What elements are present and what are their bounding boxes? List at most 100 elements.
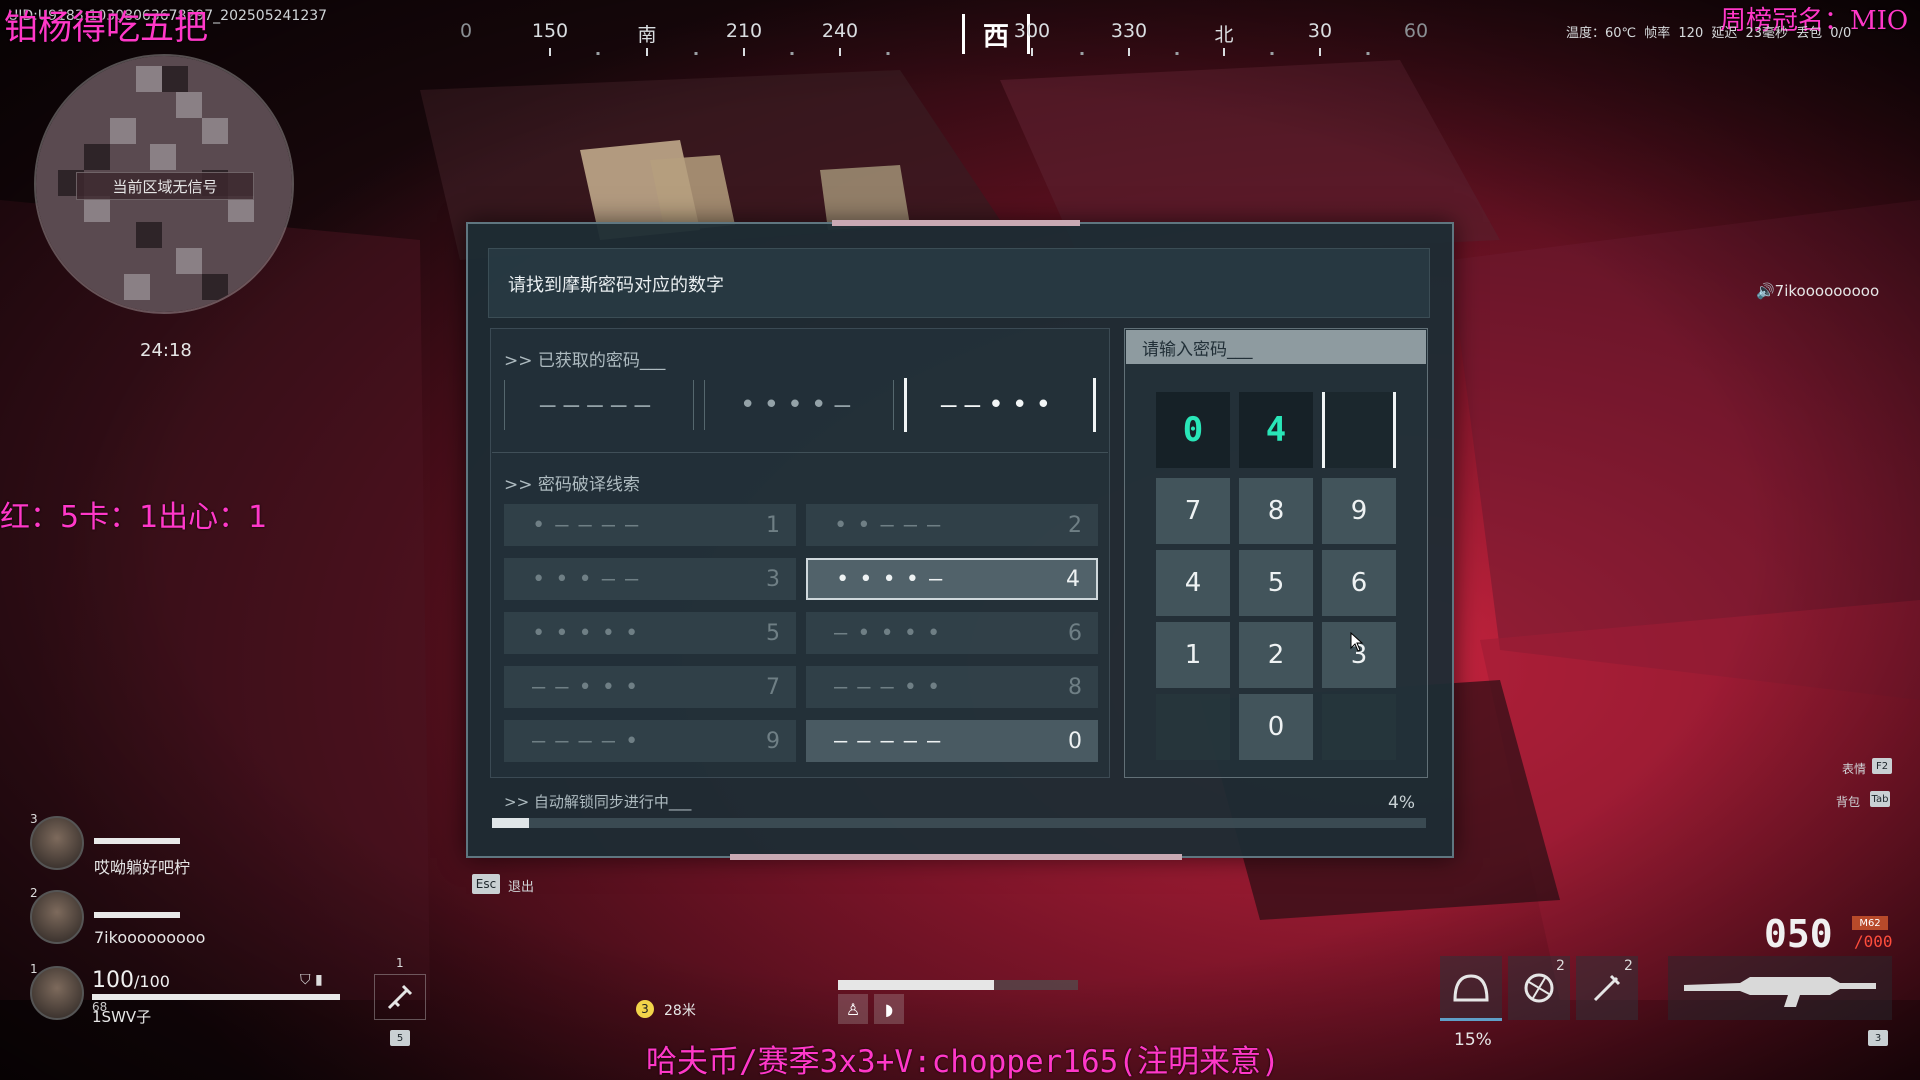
teammate-health-bar (94, 912, 180, 918)
panel-top-accent (832, 220, 1080, 226)
compass-dot (1270, 52, 1274, 55)
hearing-icon: ◗ (874, 994, 904, 1024)
streamer-overlay-text: 铂杨得吃五把 (4, 8, 208, 48)
compass-mark: 30 (1307, 20, 1333, 42)
obtained-code-1: ————— (504, 380, 694, 430)
teammate-avatar (30, 890, 84, 944)
quick-slot-item[interactable] (374, 974, 426, 1020)
syringe-icon (387, 984, 413, 1010)
compass-mark: 330 (1110, 20, 1148, 42)
ammo-count: 050 (1764, 912, 1833, 956)
compass-dot (1080, 52, 1084, 55)
match-timer: 24:18 (140, 340, 192, 361)
keypad-key-9[interactable]: 9 (1322, 478, 1396, 544)
compass-tick (1319, 48, 1321, 56)
grenade-count: 2 (1556, 958, 1565, 974)
entered-digit-3-cursor (1322, 392, 1396, 468)
quick-slot-key[interactable]: 5 (390, 1030, 410, 1046)
compass-dot (1175, 52, 1179, 55)
objective-distance: 28米 (664, 1003, 696, 1019)
esc-key-icon[interactable]: Esc (472, 874, 500, 894)
auto-unlock-progress-track (492, 818, 1426, 828)
keypad-key-6[interactable]: 6 (1322, 550, 1396, 616)
entered-digit-2: 4 (1239, 392, 1313, 468)
clue-item-5: ••••• 5 (504, 612, 796, 654)
emote-hint-key[interactable]: F2 (1872, 758, 1892, 774)
exit-label[interactable]: 退出 (508, 876, 534, 895)
player-health-value: 100/100 (92, 968, 170, 993)
rifle-icon (1684, 977, 1876, 1007)
minimap-no-signal-label: 当前区域无信号 (76, 172, 254, 200)
compass-mark: 300 (1013, 20, 1051, 42)
player-name: 1SWV子 (92, 1008, 152, 1026)
compass-dot (694, 52, 698, 55)
keypad-key-7[interactable]: 7 (1156, 478, 1230, 544)
compass-tick (646, 48, 648, 56)
keypad-key-0[interactable]: 0 (1239, 694, 1313, 760)
keypad-blank-left (1156, 694, 1230, 760)
teammate-avatar (30, 816, 84, 870)
compass-tick (549, 48, 551, 56)
compass-mark: 210 (725, 20, 763, 42)
compass-tick (1128, 48, 1130, 56)
emote-hint-label: 表情 (1842, 762, 1867, 776)
armor-helmet-icons: ⛉ ▮ (300, 972, 323, 988)
auto-unlock-progress-fill (492, 818, 530, 828)
compass-dot (886, 52, 890, 55)
obtained-code-3-active: ——••• (904, 378, 1096, 432)
teammate-name: 7ikooooooooo (94, 928, 206, 947)
clue-item-2: ••——— 2 (806, 504, 1098, 546)
helmet-slot[interactable] (1440, 956, 1502, 1020)
auto-unlock-sync-percent: 4% (1388, 793, 1415, 813)
primary-weapon-slot[interactable] (1668, 956, 1892, 1020)
compass-mark: 60 (1403, 20, 1429, 42)
obtained-code-2: ••••— (704, 380, 894, 430)
clue-item-7: ——••• 7 (504, 666, 796, 708)
clues-label: >> 密码破译线索 (504, 475, 640, 495)
clue-item-3: •••—— 3 (504, 558, 796, 600)
keypad-key-1[interactable]: 1 (1156, 622, 1230, 688)
compass-dot (596, 52, 600, 55)
compass-tick (1031, 48, 1033, 56)
keypad-blank-right (1322, 694, 1396, 760)
compass-bar: 0 150 南 210 240 西 300 330 北 30 60 (440, 14, 1500, 58)
backpack-hint-key[interactable]: Tab (1870, 791, 1890, 807)
character-status-icon: ♙ (838, 994, 868, 1024)
clue-item-8: ———•• 8 (806, 666, 1098, 708)
weapon-slot-key[interactable]: 3 (1868, 1030, 1888, 1046)
knife-icon (1593, 974, 1621, 1002)
password-input[interactable]: 请输入密码___ (1126, 330, 1426, 364)
voice-chat-indicator: 🔊7ikooooooooo (1756, 282, 1880, 300)
clue-item-0-selected: ————— 0 (806, 720, 1098, 762)
ammo-type-badge: M62 (1852, 916, 1888, 930)
clue-item-6: —•••• 6 (806, 612, 1098, 654)
compass-tick (1223, 48, 1225, 56)
compass-mark: 南 (637, 24, 657, 46)
teammate-health-bar (94, 838, 180, 844)
mouse-cursor-icon (1350, 632, 1364, 652)
grenade-icon (1524, 973, 1554, 1003)
stats-overlay-text: 红：5卡：1出心：1 (0, 500, 268, 535)
helmet-icon (1453, 974, 1489, 1002)
keypad-key-8[interactable]: 8 (1239, 478, 1313, 544)
quick-slot-number: 1 (396, 956, 404, 970)
compass-dot (790, 52, 794, 55)
clue-item-4-highlighted: ••••— 4 (806, 558, 1098, 600)
keypad-key-4[interactable]: 4 (1156, 550, 1230, 616)
compass-tick (743, 48, 745, 56)
compass-mark: 150 (531, 20, 569, 42)
objective-marker-icon: 3 (636, 1000, 654, 1018)
clue-item-9: ————• 9 (504, 720, 796, 762)
entered-digit-1: 0 (1156, 392, 1230, 468)
knife-count: 2 (1624, 958, 1633, 974)
clue-item-1: •———— 1 (504, 504, 796, 546)
helmet-durability-bar (1440, 1018, 1502, 1021)
keypad-key-5[interactable]: 5 (1239, 550, 1313, 616)
bottom-overlay-text: 哈夫币/赛季3x3+V:chopper165(注明来意) (646, 1044, 1280, 1080)
panel-bottom-accent (730, 854, 1182, 860)
keypad-key-2[interactable]: 2 (1239, 622, 1313, 688)
helmet-durability-percent: 15% (1454, 1030, 1492, 1050)
ammo-reserve: /000 (1854, 932, 1893, 951)
compass-mark: 0 (459, 20, 473, 42)
obtained-codes-label: >> 已获取的密码___ (504, 351, 666, 371)
